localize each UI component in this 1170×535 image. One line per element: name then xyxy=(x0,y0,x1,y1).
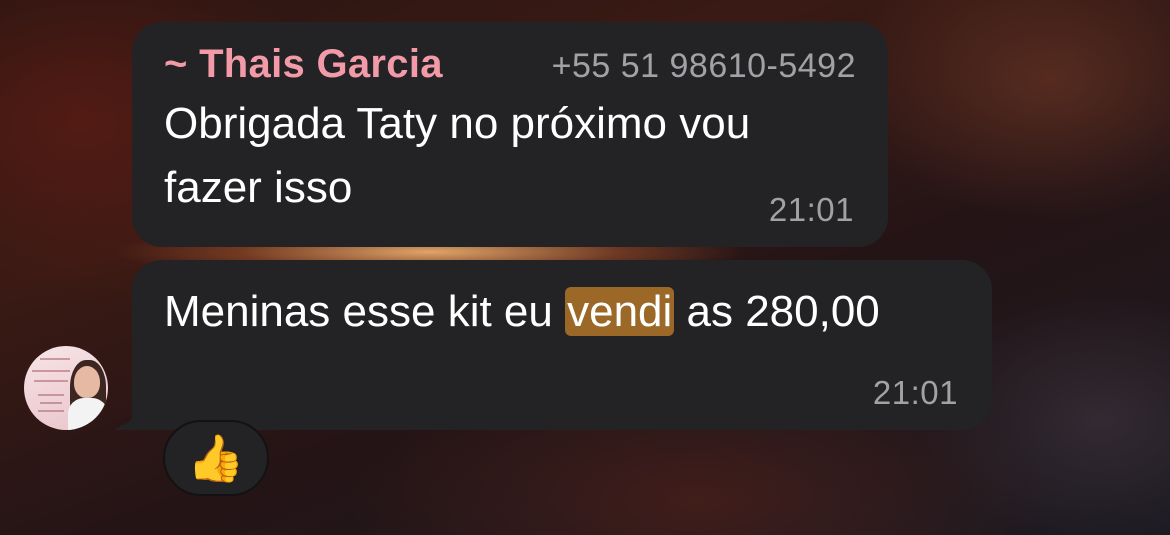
avatar-decoration xyxy=(38,394,64,396)
contact-avatar-icon[interactable] xyxy=(24,346,108,430)
message-text-before: Meninas esse kit eu xyxy=(164,287,566,336)
message-text-after: as 280,00 xyxy=(674,287,880,336)
message-bubble[interactable]: ~ Thais Garcia +55 51 98610-5492 Obrigad… xyxy=(132,22,888,247)
message-text: Meninas esse kit eu vendi as 280,00 xyxy=(164,280,884,344)
avatar-torso xyxy=(68,398,108,430)
message-bubble[interactable]: Meninas esse kit eu vendi as 280,00 21:0… xyxy=(132,260,992,430)
avatar-decoration xyxy=(32,370,70,372)
avatar-decoration xyxy=(40,402,62,404)
avatar-decoration xyxy=(34,380,68,382)
search-highlight: vendi xyxy=(565,287,675,336)
message-text: Obrigada Taty no próximo vou fazer isso xyxy=(164,99,751,212)
avatar-face xyxy=(74,366,100,398)
sender-header: ~ Thais Garcia +55 51 98610-5492 xyxy=(164,42,856,88)
avatar-decoration xyxy=(40,358,70,360)
thumbs-up-reaction-icon[interactable]: 👍 xyxy=(163,420,269,496)
message-timestamp: 21:01 xyxy=(872,374,958,411)
sender-phone[interactable]: +55 51 98610-5492 xyxy=(552,47,856,86)
message-timestamp: 21:01 xyxy=(768,191,854,228)
avatar-decoration xyxy=(38,410,64,412)
sender-name[interactable]: ~ Thais Garcia xyxy=(164,42,443,87)
